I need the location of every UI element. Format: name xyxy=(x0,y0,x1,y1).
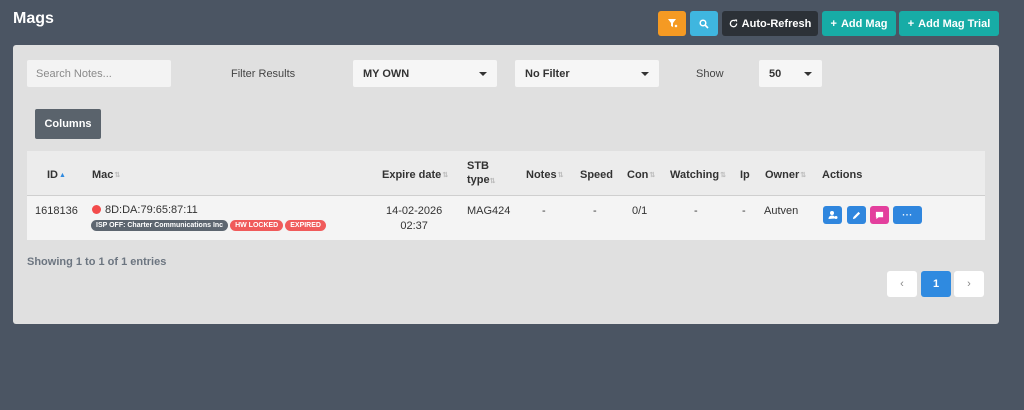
column-header-stb-type-line1: STB xyxy=(467,160,489,172)
column-header-mac[interactable]: Mac ⇅ xyxy=(92,169,120,181)
sort-icon: ⇅ xyxy=(557,172,564,179)
cell-expire-date: 14-02-2026 02:37 xyxy=(386,204,442,234)
sort-icon: ⇅ xyxy=(720,172,726,179)
column-header-watching[interactable]: Watching ⇅ xyxy=(670,169,726,181)
column-header-con[interactable]: Con ⇅ xyxy=(627,169,655,181)
search-notes-input[interactable] xyxy=(27,60,171,87)
page-1-button[interactable]: 1 xyxy=(921,271,951,297)
cell-id: 1618136 xyxy=(35,205,78,217)
isp-badge: ISP OFF: Charter Communications Inc xyxy=(91,220,229,231)
column-header-expire-date[interactable]: Expire date ⇅ xyxy=(382,169,448,181)
status-filter-select[interactable]: No Filter xyxy=(515,60,659,87)
sort-icon: ⇅ xyxy=(489,178,496,185)
column-header-owner[interactable]: Owner ⇅ xyxy=(765,169,806,181)
sort-asc-icon: ▲ xyxy=(59,171,66,179)
column-header-ip: Ip xyxy=(740,169,750,181)
cell-badges: ISP OFF: Charter Communications Inc HW L… xyxy=(91,220,326,231)
expired-badge: EXPIRED xyxy=(285,220,326,231)
column-header-speed: Speed xyxy=(580,169,613,181)
clear-filter-button[interactable] xyxy=(658,11,686,36)
sort-icon: ⇅ xyxy=(442,172,449,179)
column-header-notes-label: Notes xyxy=(526,169,557,181)
auto-refresh-button[interactable]: Auto-Refresh xyxy=(722,11,818,36)
table-header: ID ▲ Mac ⇅ Expire date ⇅ STB type⇅ Notes ⇅ S… xyxy=(27,151,985,196)
column-header-actions: Actions xyxy=(822,169,862,181)
next-page-button[interactable]: › xyxy=(954,271,984,297)
search-button[interactable] xyxy=(690,11,718,36)
column-header-speed-label: Speed xyxy=(580,169,614,181)
filter-clear-icon xyxy=(667,19,677,28)
chevron-down-icon xyxy=(804,71,812,76)
column-header-id[interactable]: ID ▲ xyxy=(47,169,66,181)
send-message-button[interactable] xyxy=(870,206,889,224)
cell-owner: Autven xyxy=(764,205,799,217)
cell-notes: - xyxy=(542,205,546,217)
mags-table: ID ▲ Mac ⇅ Expire date ⇅ STB type⇅ Notes ⇅ S… xyxy=(27,151,985,240)
mags-panel: Filter Results MY OWN No Filter Show 50 … xyxy=(13,45,999,324)
add-mag-label: Add Mag xyxy=(840,17,888,30)
cell-stb-type: MAG424 xyxy=(467,205,511,217)
sort-icon: ⇅ xyxy=(114,172,121,179)
plus-icon: + xyxy=(830,17,837,30)
hw-locked-badge: HW LOCKED xyxy=(230,220,284,231)
sort-icon: ⇅ xyxy=(800,172,807,179)
expire-date: 14-02-2026 xyxy=(386,205,443,217)
mac-address: 8D:DA:79:65:87:11 xyxy=(105,204,198,216)
pencil-icon xyxy=(852,211,861,219)
page-size-value: 50 xyxy=(769,67,782,80)
auto-refresh-label: Auto-Refresh xyxy=(741,17,812,30)
page-title: Mags xyxy=(13,10,54,27)
assign-user-button[interactable] xyxy=(823,206,842,224)
message-icon xyxy=(875,211,884,219)
columns-button[interactable]: Columns xyxy=(35,109,101,139)
column-header-actions-label: Actions xyxy=(822,169,863,181)
cell-watching: - xyxy=(694,205,698,217)
column-header-id-label: ID xyxy=(47,169,58,181)
column-header-ip-label: Ip xyxy=(740,169,750,181)
column-header-stb-type[interactable]: STB type⇅ xyxy=(467,159,496,189)
cell-speed: - xyxy=(593,205,597,217)
column-header-notes[interactable]: Notes ⇅ xyxy=(526,169,563,181)
cell-con: 0/1 xyxy=(632,205,648,217)
page-size-select[interactable]: 50 xyxy=(759,60,822,87)
column-header-owner-label: Owner xyxy=(765,169,800,181)
column-header-con-label: Con xyxy=(627,169,649,181)
chevron-down-icon xyxy=(479,71,487,76)
refresh-icon xyxy=(729,19,737,28)
previous-page-button[interactable]: ‹ xyxy=(887,271,917,297)
column-header-watching-label: Watching xyxy=(670,169,720,181)
chevron-down-icon xyxy=(641,71,649,76)
show-label: Show xyxy=(696,68,724,80)
edit-button[interactable] xyxy=(847,206,866,224)
status-filter-value: No Filter xyxy=(525,67,570,80)
offline-status-dot xyxy=(92,205,101,214)
expire-time: 02:37 xyxy=(400,220,428,232)
table-row: 1618136 8D:DA:79:65:87:11 ISP OFF: Chart… xyxy=(27,196,985,240)
plus-icon: + xyxy=(907,17,915,30)
cell-mac: 8D:DA:79:65:87:11 xyxy=(92,204,198,216)
column-header-expire-date-label: Expire date xyxy=(382,169,442,181)
add-mag-trial-button[interactable]: + Add Mag Trial xyxy=(899,11,999,36)
sort-icon: ⇅ xyxy=(649,172,656,179)
add-mag-trial-label: Add Mag Trial xyxy=(918,17,991,30)
more-actions-button[interactable]: ··· xyxy=(893,206,922,224)
column-header-mac-label: Mac xyxy=(92,169,114,181)
entries-info: Showing 1 to 1 of 1 entries xyxy=(27,256,167,268)
search-icon xyxy=(699,18,709,29)
add-mag-button[interactable]: + Add Mag xyxy=(822,11,896,36)
user-settings-icon xyxy=(828,211,837,219)
filter-results-label: Filter Results xyxy=(231,68,296,80)
cell-ip: - xyxy=(742,205,746,217)
owner-filter-select[interactable]: MY OWN xyxy=(353,60,497,87)
owner-filter-value: MY OWN xyxy=(363,67,410,80)
column-header-stb-type-line2: type xyxy=(467,174,490,186)
